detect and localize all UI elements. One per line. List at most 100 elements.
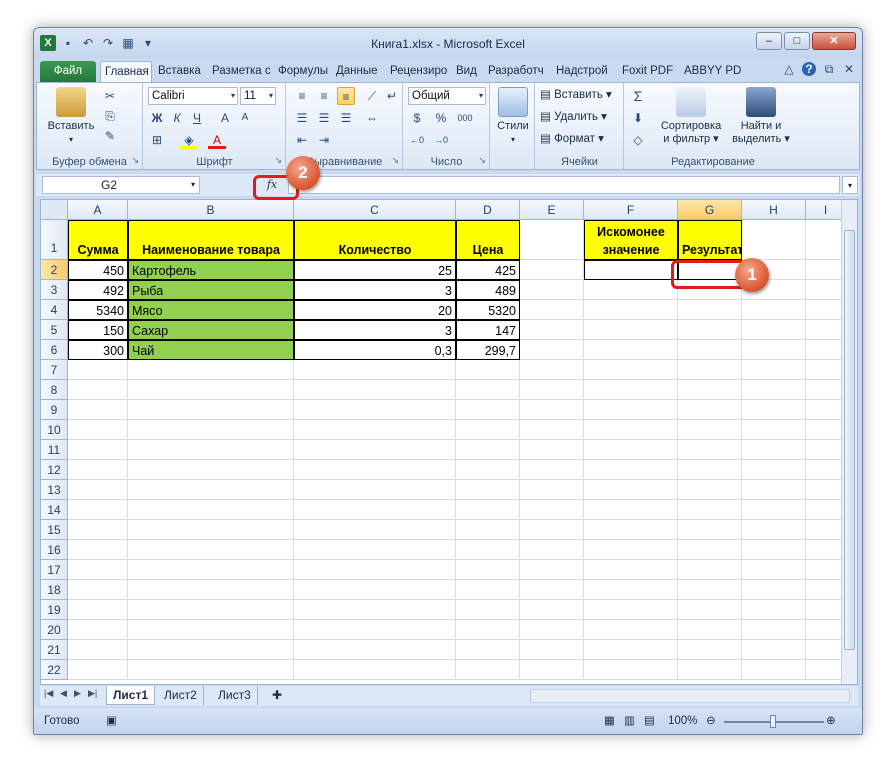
grid-cell[interactable]: [742, 600, 806, 620]
percent-button[interactable]: %: [432, 109, 450, 127]
cell-b3[interactable]: Рыба: [128, 280, 294, 300]
grid-cell[interactable]: [678, 320, 742, 340]
grid-cell[interactable]: [456, 440, 520, 460]
grid-cell[interactable]: [520, 380, 584, 400]
grid-cell[interactable]: [68, 520, 128, 540]
prev-sheet-icon[interactable]: ◀: [60, 688, 67, 699]
grid-cell[interactable]: [584, 300, 678, 320]
grid-cell[interactable]: [806, 320, 846, 340]
column-header-b[interactable]: B: [128, 200, 294, 220]
tab-page-layout[interactable]: Разметка с: [208, 61, 272, 82]
row-header-16[interactable]: 16: [41, 540, 68, 560]
minimize-ribbon-icon[interactable]: △: [782, 62, 796, 77]
grid-cell[interactable]: [678, 580, 742, 600]
grid-cell[interactable]: [68, 480, 128, 500]
grid-cell[interactable]: [294, 600, 456, 620]
grid-cell[interactable]: [678, 600, 742, 620]
grid-cell[interactable]: [456, 360, 520, 380]
horizontal-scrollbar[interactable]: [530, 689, 850, 703]
shrink-font-icon[interactable]: A: [236, 109, 254, 127]
row-header-5[interactable]: 5: [41, 320, 68, 340]
zoom-level[interactable]: 100%: [668, 713, 697, 729]
restore-window-icon[interactable]: ⧉: [822, 62, 836, 77]
macro-record-icon[interactable]: ▣: [106, 713, 117, 729]
grid-cell[interactable]: [68, 620, 128, 640]
grid-cell[interactable]: [68, 540, 128, 560]
merge-center-icon[interactable]: ⇔: [363, 109, 381, 127]
grid-cell[interactable]: [456, 620, 520, 640]
cell-b4[interactable]: Мясо: [128, 300, 294, 320]
tab-addins[interactable]: Надстрой: [552, 61, 614, 82]
grid-cell[interactable]: [742, 460, 806, 480]
underline-button[interactable]: Ч: [188, 109, 206, 127]
grid-cell[interactable]: [520, 260, 584, 280]
grid-cell[interactable]: [294, 380, 456, 400]
grid-cell[interactable]: [742, 580, 806, 600]
grid-cell[interactable]: [456, 480, 520, 500]
grid-cell[interactable]: [806, 540, 846, 560]
grid-cell[interactable]: [584, 520, 678, 540]
row-header-15[interactable]: 15: [41, 520, 68, 540]
grid-cell[interactable]: [294, 500, 456, 520]
grid-cell[interactable]: [456, 500, 520, 520]
grid-cell[interactable]: [128, 420, 294, 440]
grid-cell[interactable]: [742, 560, 806, 580]
grid-cell[interactable]: [520, 420, 584, 440]
delete-cells-button[interactable]: ▤ Удалить ▾: [540, 109, 607, 125]
grid-cell[interactable]: [68, 500, 128, 520]
grid-cell[interactable]: [678, 620, 742, 640]
cell-a5[interactable]: 150: [68, 320, 128, 340]
cell-b5[interactable]: Сахар: [128, 320, 294, 340]
grid-cell[interactable]: [742, 540, 806, 560]
tab-insert[interactable]: Вставка: [154, 61, 206, 82]
grid-cell[interactable]: [520, 500, 584, 520]
grid-cell[interactable]: [520, 400, 584, 420]
grid-cell[interactable]: [68, 600, 128, 620]
grid-cell[interactable]: [584, 660, 678, 680]
cell-d4[interactable]: 5320: [456, 300, 520, 320]
grid-cell[interactable]: [584, 400, 678, 420]
grid-cell[interactable]: [806, 420, 846, 440]
tab-data[interactable]: Данные: [332, 61, 382, 82]
view-page-layout-icon[interactable]: ▥: [624, 713, 635, 729]
grid-cell[interactable]: [68, 460, 128, 480]
column-header-g[interactable]: G: [678, 200, 742, 220]
grid-cell[interactable]: [584, 360, 678, 380]
number-launcher-icon[interactable]: ↘: [478, 155, 486, 166]
grid-cell[interactable]: [806, 660, 846, 680]
grid-cell[interactable]: [520, 440, 584, 460]
grid-cell[interactable]: [806, 280, 846, 300]
grid-cell[interactable]: [520, 320, 584, 340]
grid-cell[interactable]: [742, 360, 806, 380]
close-button[interactable]: ✕: [812, 32, 856, 50]
row-header-13[interactable]: 13: [41, 480, 68, 500]
grid-cell[interactable]: [294, 480, 456, 500]
format-cells-button[interactable]: ▤ Формат ▾: [540, 131, 604, 147]
grid-cell[interactable]: [128, 480, 294, 500]
cell-b2[interactable]: Картофель: [128, 260, 294, 280]
grid-cell[interactable]: [742, 340, 806, 360]
grid-cell[interactable]: [128, 520, 294, 540]
insert-sheet-icon[interactable]: ✚: [266, 686, 288, 705]
grid-cell[interactable]: [128, 440, 294, 460]
grid-cell[interactable]: [584, 280, 678, 300]
tab-review[interactable]: Рецензиро: [386, 61, 450, 82]
grid-cell[interactable]: [520, 360, 584, 380]
align-right-icon[interactable]: ☰: [337, 109, 355, 127]
column-header-d[interactable]: D: [456, 200, 520, 220]
grid-cell[interactable]: [678, 420, 742, 440]
grid-cell[interactable]: [806, 580, 846, 600]
grid-cell[interactable]: [520, 600, 584, 620]
row-header-4[interactable]: 4: [41, 300, 68, 320]
grid-cell[interactable]: [742, 620, 806, 640]
row-header-20[interactable]: 20: [41, 620, 68, 640]
row-header-11[interactable]: 11: [41, 440, 68, 460]
grid-cell[interactable]: [520, 220, 584, 260]
cell-f2[interactable]: [584, 260, 678, 280]
wrap-text-icon[interactable]: ↵: [383, 87, 401, 105]
grid-cell[interactable]: [806, 560, 846, 580]
grid-cell[interactable]: [68, 400, 128, 420]
fill-icon[interactable]: ⬇: [629, 109, 647, 127]
grid-cell[interactable]: [520, 480, 584, 500]
grid-cell[interactable]: [584, 440, 678, 460]
